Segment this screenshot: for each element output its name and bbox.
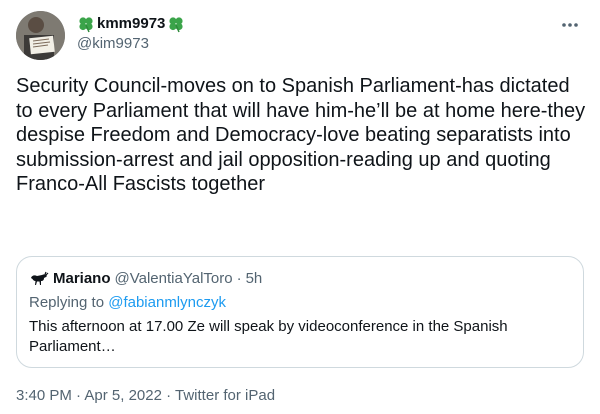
- more-horizontal-icon: [562, 23, 578, 27]
- replying-to: Replying to @fabianmlynczyk: [29, 293, 226, 313]
- tweet-header: kmm9973 @kim9973: [16, 11, 584, 61]
- tweet-timestamp[interactable]: 3:40 PM: [16, 387, 72, 404]
- replying-to-handle[interactable]: @fabianmlynczyk: [108, 294, 226, 311]
- quoted-tweet-time: 5h: [245, 270, 263, 287]
- quoted-tweet[interactable]: Mariano @ValentiaYalToro · 5h Replying t…: [16, 256, 584, 368]
- quoted-author-name: Mariano: [53, 270, 111, 287]
- tweet-source[interactable]: Twitter for iPad: [175, 387, 275, 404]
- quoted-author-handle: @ValentiaYalToro: [114, 270, 233, 287]
- quoted-tweet-header: Mariano @ValentiaYalToro · 5h: [29, 269, 262, 289]
- separator-dot: ·: [71, 387, 85, 404]
- shamrock-icon: [77, 15, 95, 33]
- separator-dot: ·: [236, 270, 242, 287]
- tweet-meta: 3:40 PM · Apr 5, 2022 · Twitter for iPad: [16, 386, 275, 406]
- author-display-name[interactable]: kmm9973: [77, 14, 185, 34]
- author-names: kmm9973 @kim9973: [77, 14, 185, 54]
- replying-to-prefix: Replying to: [29, 294, 109, 311]
- more-options-button[interactable]: [560, 15, 580, 35]
- author-handle[interactable]: @kim9973: [77, 34, 185, 54]
- quoted-author-avatar: [29, 269, 49, 289]
- author-avatar[interactable]: [16, 11, 65, 60]
- author-name-text: kmm9973: [97, 15, 166, 32]
- separator-dot: ·: [161, 387, 176, 404]
- tweet-date[interactable]: Apr 5, 2022: [84, 387, 162, 404]
- tweet-text: Security Council-moves on to Spanish Par…: [16, 75, 591, 196]
- shamrock-icon: [167, 15, 185, 33]
- quoted-tweet-text: This afternoon at 17.00 Ze will speak by…: [29, 318, 512, 355]
